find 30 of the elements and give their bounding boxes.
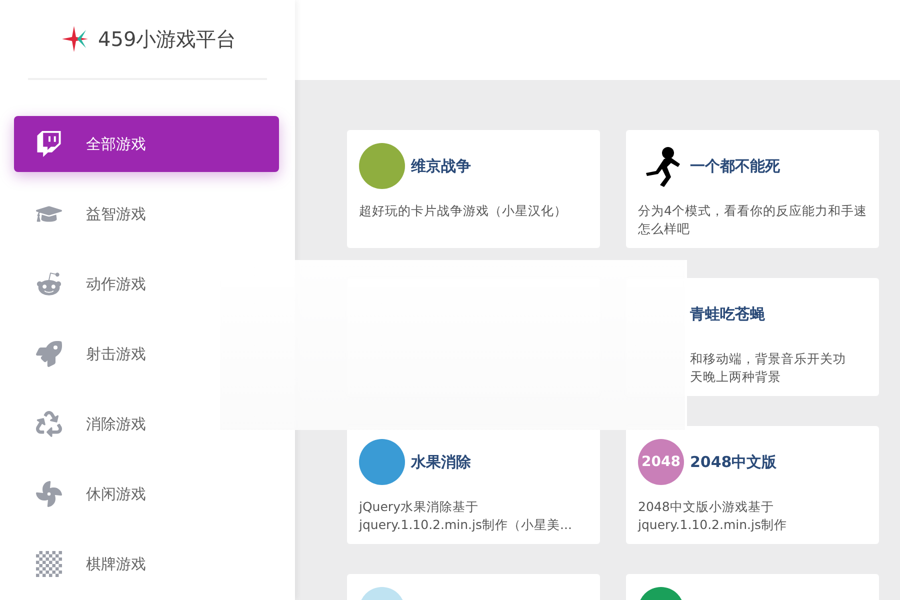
menu-item[interactable]: 全部游戏	[14, 116, 279, 172]
menu-item[interactable]: 射击游戏	[14, 326, 279, 382]
menu-item[interactable]: 棋牌游戏	[14, 536, 279, 592]
menu-item[interactable]: 休闲游戏	[14, 466, 279, 522]
game-card[interactable]: 维京战争 超好玩的卡片战争游戏（小星汉化）	[347, 130, 600, 248]
game-title[interactable]: 一个都不能死	[690, 156, 780, 176]
arrows-icon	[34, 411, 64, 437]
game-description: 2048中文版小游戏基于 jquery.1.10.2.min.js制作	[638, 498, 788, 534]
game-thumbnail	[359, 143, 405, 189]
menu-item[interactable]: 消除游戏	[14, 396, 279, 452]
game-title[interactable]: 维京战争	[411, 156, 471, 176]
menu-item[interactable]: 动作游戏	[14, 256, 279, 312]
game-description: 和移动端，背景音乐开关功 天晚上两种背景	[690, 350, 847, 386]
game-thumbnail	[359, 439, 405, 485]
game-card[interactable]: 一个都不能死 分为4个模式，看看你的反应能力和手速怎么样吧	[626, 130, 879, 248]
game-title[interactable]: 2048中文版	[690, 452, 777, 472]
chat-bubble-icon	[34, 131, 64, 157]
game-badge: 2048	[638, 439, 684, 485]
game-description: 分为4个模式，看看你的反应能力和手速怎么样吧	[638, 202, 867, 238]
robot-icon	[34, 271, 64, 297]
pinwheel-icon	[34, 481, 64, 507]
game-description: jQuery水果消除基于 jquery.1.10.2.min.js制作（小星美...	[359, 498, 573, 534]
checkerboard-icon	[34, 551, 64, 577]
game-card[interactable]: 2048 2048中文版 2048中文版小游戏基于 jquery.1.10.2.min.js制作	[626, 426, 879, 544]
rocket-icon	[34, 341, 64, 367]
menu-item[interactable]: 益智游戏	[14, 186, 279, 242]
game-title[interactable]: 水果消除	[411, 452, 471, 472]
game-description: 超好玩的卡片战争游戏（小星汉化）	[359, 202, 568, 220]
game-title[interactable]: 青蛙吃苍蝇	[690, 304, 765, 324]
site-title: 459小游戏平台	[98, 26, 236, 52]
